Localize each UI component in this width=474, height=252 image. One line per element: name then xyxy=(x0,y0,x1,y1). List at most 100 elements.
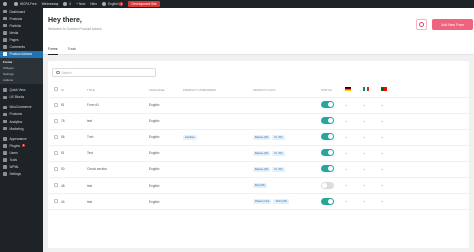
translate-de-plus-icon[interactable]: + xyxy=(345,183,347,188)
admin-bar-site[interactable]: WCPA Free xyxy=(14,2,37,6)
translate-it-plus-icon[interactable]: + xyxy=(363,183,365,188)
row-checkbox[interactable] xyxy=(54,199,58,204)
settings-button[interactable] xyxy=(416,19,427,30)
woocommerce-icon xyxy=(3,105,7,110)
row-checkbox[interactable] xyxy=(54,118,58,123)
page-subtitle: Welcome to Custom Product Addon xyxy=(48,27,102,31)
menu-comments[interactable]: Comments xyxy=(0,43,43,50)
menu-analytics[interactable]: Analytics xyxy=(0,118,43,125)
menu-settings[interactable]: Settings xyxy=(0,171,43,178)
translate-pt-plus-icon[interactable]: + xyxy=(381,167,383,172)
table-row[interactable]: 50 Check section English Beanie (20) Hr (… xyxy=(48,161,469,178)
translate-pt-plus-icon[interactable]: + xyxy=(381,135,383,140)
tab-trash[interactable]: Trash xyxy=(68,44,77,55)
translate-de-plus-icon[interactable]: + xyxy=(345,103,347,108)
translate-pt-plus-icon[interactable]: + xyxy=(381,119,383,124)
table-row[interactable]: 48 test English Belt (28) + + + xyxy=(48,177,469,195)
table-row[interactable]: 81 Form #1 English + + + xyxy=(48,97,469,114)
row-language: English xyxy=(149,129,183,146)
tab-forms[interactable]: Forms xyxy=(48,44,58,55)
status-toggle[interactable] xyxy=(321,165,334,173)
menu-tools[interactable]: Tools xyxy=(0,157,43,164)
row-title[interactable]: test xyxy=(87,177,149,195)
row-checkbox[interactable] xyxy=(54,183,58,188)
row-checkbox[interactable] xyxy=(54,150,58,155)
translate-pt-plus-icon[interactable]: + xyxy=(381,103,383,108)
admin-bar-language[interactable]: English 1 xyxy=(102,2,124,6)
status-toggle[interactable] xyxy=(321,181,334,189)
row-title[interactable]: Check section xyxy=(87,161,149,178)
row-id: 50 xyxy=(61,161,87,178)
menu-wpml[interactable]: WPML xyxy=(0,164,43,171)
menu-plugins[interactable]: Plugins 1 xyxy=(0,142,43,149)
translate-de-plus-icon[interactable]: + xyxy=(345,151,347,156)
table-row[interactable]: 78 test English + + + xyxy=(48,113,469,130)
row-checkbox[interactable] xyxy=(54,134,58,139)
translate-de-plus-icon[interactable]: + xyxy=(345,167,347,172)
col-language: LANGUAGE xyxy=(149,83,183,98)
search-input[interactable]: Search xyxy=(52,68,156,77)
menu-dashboard[interactable]: Dashboard xyxy=(0,8,43,15)
status-toggle[interactable] xyxy=(321,133,334,141)
menu-users[interactable]: Users xyxy=(0,149,43,156)
translate-de-plus-icon[interactable]: + xyxy=(345,199,347,204)
translate-it-plus-icon[interactable]: + xyxy=(363,151,365,156)
admin-bar-nitro[interactable]: Nitro xyxy=(90,2,97,6)
translate-de-plus-icon[interactable]: + xyxy=(345,119,347,124)
translate-pt-plus-icon[interactable]: + xyxy=(381,151,383,156)
translate-it-plus-icon[interactable]: + xyxy=(363,103,365,108)
menu-appearance[interactable]: Appearance xyxy=(0,135,43,142)
table-row[interactable]: 44 test English Plastic (124) Tshirt (25)… xyxy=(48,193,469,211)
status-toggle[interactable] xyxy=(321,149,334,157)
row-title[interactable]: test xyxy=(87,113,149,130)
menu-portfolio[interactable]: Portfolio xyxy=(0,22,43,29)
appearance-icon xyxy=(3,137,7,141)
translate-pt-plus-icon[interactable]: + xyxy=(381,183,383,188)
menu-pages[interactable]: Pages xyxy=(0,36,43,43)
status-toggle[interactable] xyxy=(321,117,334,125)
translate-it-plus-icon[interactable]: + xyxy=(363,167,365,172)
admin-bar-new[interactable]: + New xyxy=(76,2,85,6)
product-list-pill: Hr (76) xyxy=(272,134,285,140)
status-toggle[interactable] xyxy=(321,101,334,109)
select-all-checkbox[interactable] xyxy=(54,87,58,92)
col-id[interactable]: ID xyxy=(61,83,87,98)
submenu-addons[interactable]: Addons xyxy=(0,77,43,83)
globe-icon xyxy=(102,2,107,6)
row-title[interactable]: Test xyxy=(87,145,149,162)
add-new-form-button[interactable]: Add New Form xyxy=(432,19,473,30)
table-row[interactable]: 56 Tmh English Hoodies Beanie (20) Hr (76… xyxy=(48,129,469,146)
menu-product-addons[interactable]: Product Addons xyxy=(0,50,43,58)
translate-it-plus-icon[interactable]: + xyxy=(363,135,365,140)
table-row[interactable]: 51 Test English Beanie (20) Hr (76) + + + xyxy=(48,145,469,162)
menu-products-2[interactable]: Products xyxy=(0,111,43,118)
menu-media[interactable]: Media xyxy=(0,29,43,36)
environment-badge[interactable]: Development Site xyxy=(128,1,160,7)
row-title[interactable]: Form #1 xyxy=(87,97,149,114)
translate-pt-plus-icon[interactable]: + xyxy=(381,199,383,204)
blocks-icon xyxy=(3,95,7,100)
translate-it-plus-icon[interactable]: + xyxy=(363,119,365,124)
row-title[interactable]: test xyxy=(87,193,149,211)
tab-bar: Forms Trash xyxy=(43,44,474,55)
menu-marketing[interactable]: Marketing xyxy=(0,125,43,132)
status-toggle[interactable] xyxy=(321,197,334,205)
row-language: English xyxy=(149,97,183,114)
menu-products[interactable]: Products xyxy=(0,15,43,22)
admin-bar-item[interactable]: Wednesday xyxy=(42,2,59,6)
row-checkbox[interactable] xyxy=(54,166,58,171)
menu-quick-view[interactable]: Quick View xyxy=(0,87,43,94)
menu-ux-blocks[interactable]: UX Blocks xyxy=(0,94,43,101)
plugins-icon xyxy=(3,144,7,148)
col-title[interactable]: TITLE xyxy=(87,83,149,98)
admin-bar-comments[interactable]: 0 xyxy=(63,2,71,6)
products-icon xyxy=(3,16,7,21)
row-title[interactable]: Tmh xyxy=(87,129,149,146)
portfolio-icon xyxy=(3,23,7,28)
col-status: STATUS xyxy=(321,83,345,98)
menu-woocommerce[interactable]: WooCommerce xyxy=(0,104,43,111)
row-checkbox[interactable] xyxy=(54,102,58,107)
wordpress-logo-icon[interactable] xyxy=(3,2,9,6)
translate-de-plus-icon[interactable]: + xyxy=(345,135,347,140)
translate-it-plus-icon[interactable]: + xyxy=(363,199,365,204)
